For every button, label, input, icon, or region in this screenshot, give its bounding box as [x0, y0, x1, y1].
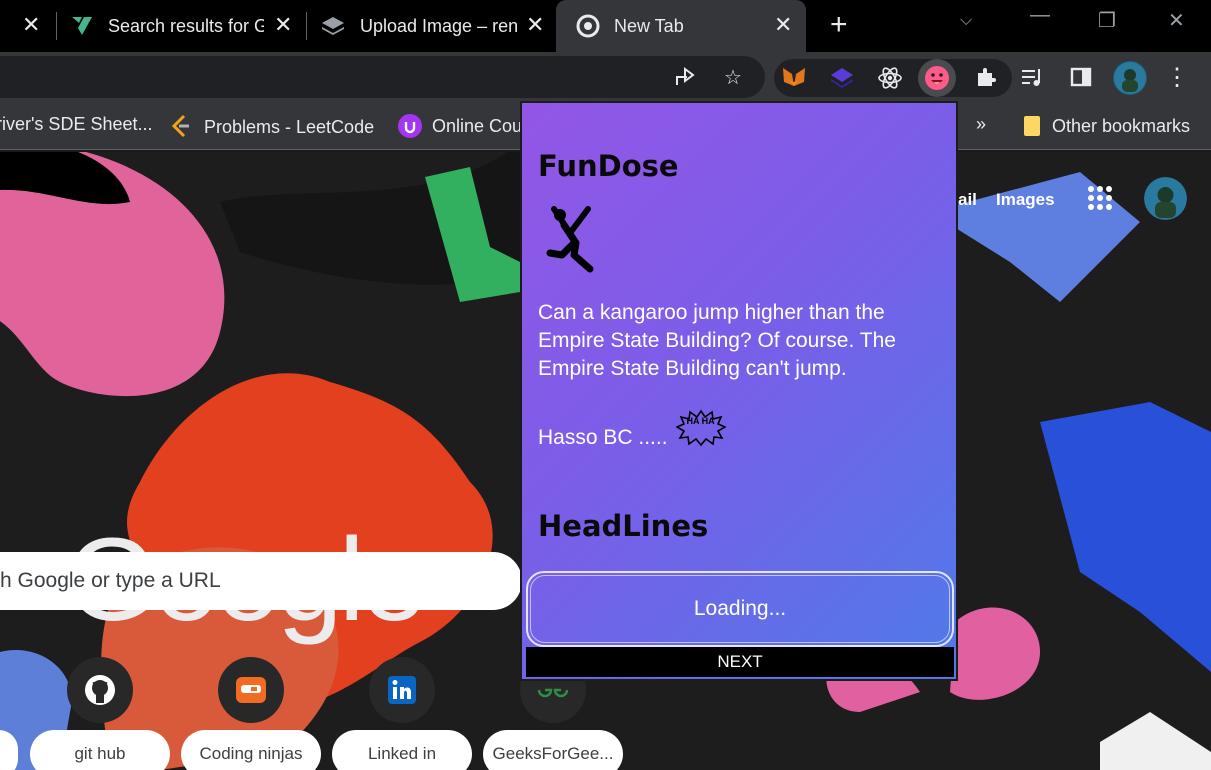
- joke-text: Can a kangaroo jump higher than the Empi…: [538, 301, 896, 380]
- minimize-button[interactable]: —: [1030, 4, 1050, 27]
- fundose-popup: FunDose Can a kangaroo jump higher than …: [520, 101, 958, 681]
- shortcut-label[interactable]: Coding ninjas: [181, 730, 321, 770]
- udemy-icon: [398, 114, 422, 138]
- bookmarks-overflow-button[interactable]: »: [976, 114, 986, 135]
- chrome-icon: [576, 14, 600, 38]
- share-icon[interactable]: [672, 64, 698, 90]
- tab-2[interactable]: Upload Image – ren ✕: [320, 0, 552, 52]
- shortcut-label[interactable]: Linked in: [332, 730, 472, 770]
- tab-divider: [56, 12, 57, 40]
- bookmark-leetcode[interactable]: Problems - LeetCode: [170, 114, 374, 140]
- sign-off: Hasso BC ..... HA HA: [538, 409, 726, 457]
- layers-favicon-icon: [322, 17, 344, 35]
- headlines-title: HeadLines: [538, 509, 709, 543]
- close-icon[interactable]: ✕: [526, 12, 544, 38]
- media-controls-icon[interactable]: [1020, 64, 1046, 90]
- leetcode-icon: [171, 114, 189, 138]
- profile-avatar[interactable]: [1113, 61, 1147, 95]
- account-avatar[interactable]: [1144, 177, 1187, 220]
- shortcut-label[interactable]: GeeksForGee...: [483, 730, 623, 770]
- coding-ninjas-icon[interactable]: [218, 657, 284, 723]
- tab-2-title: Upload Image – ren: [360, 15, 518, 36]
- apps-grid-icon[interactable]: [1088, 186, 1112, 210]
- toolbar: ☆ ⋮: [0, 52, 1211, 102]
- chevron-down-icon[interactable]: ⌵: [960, 12, 972, 30]
- address-bar[interactable]: ☆: [0, 56, 765, 98]
- bookmark-label: Other bookmarks: [1052, 115, 1191, 136]
- close-window-button[interactable]: ✕: [1168, 8, 1185, 33]
- haha-burst-icon: HA HA: [675, 409, 726, 457]
- star-icon[interactable]: ☆: [720, 64, 746, 90]
- images-link[interactable]: Images: [996, 190, 1055, 210]
- tab-1[interactable]: Search results for G ✕: [70, 0, 300, 52]
- bookmark-label: »: [976, 114, 987, 134]
- headline-loading-card[interactable]: Loading...: [526, 571, 954, 647]
- shortcut-label[interactable]: git hub: [30, 730, 170, 770]
- tab-strip: ✕ Search results for G ✕ Upload Image – …: [0, 0, 1211, 52]
- haha-text: HA HA: [686, 416, 715, 426]
- kebab-menu-icon[interactable]: ⋮: [1164, 64, 1190, 91]
- restore-button[interactable]: ❐: [1098, 8, 1116, 33]
- metamask-icon[interactable]: [781, 65, 807, 91]
- close-icon[interactable]: ✕: [774, 12, 792, 38]
- close-icon[interactable]: ✕: [22, 12, 40, 38]
- fundose-emoji-icon[interactable]: [918, 59, 956, 97]
- puzzle-icon[interactable]: [973, 64, 999, 90]
- tab-new-tab[interactable]: New Tab ✕: [556, 0, 806, 52]
- tab-divider: [306, 12, 307, 40]
- bookmark-label: Problems - LeetCode: [204, 116, 375, 137]
- close-icon[interactable]: ✕: [274, 12, 292, 38]
- vuetify-favicon-icon: [72, 17, 92, 35]
- tab-1-title: Search results for G: [108, 15, 264, 36]
- folder-icon: [1024, 116, 1040, 136]
- linkedin-icon[interactable]: [369, 657, 435, 723]
- bookmark-other-bookmarks[interactable]: Other bookmarks: [1022, 114, 1190, 138]
- react-devtools-icon[interactable]: [877, 65, 903, 91]
- tab-0[interactable]: ✕: [0, 0, 50, 52]
- tab-3-title: New Tab: [614, 15, 684, 36]
- github-icon[interactable]: [67, 657, 133, 723]
- bookmark-sde-sheet[interactable]: river's SDE Sheet...: [0, 114, 153, 135]
- bookmark-online-courses[interactable]: Online Cou: [398, 114, 522, 138]
- layers-extension-icon[interactable]: [829, 65, 855, 91]
- popup-title: FunDose: [538, 149, 679, 183]
- new-tab-button[interactable]: +: [830, 8, 848, 42]
- bookmark-label: Online Cou: [432, 115, 523, 136]
- side-panel-icon[interactable]: [1068, 64, 1094, 90]
- bookmark-label: river's SDE Sheet...: [0, 114, 153, 134]
- search-input[interactable]: h Google or type a URL: [0, 552, 522, 610]
- gmail-link[interactable]: ail: [958, 190, 977, 210]
- jumping-person-icon: [546, 206, 594, 273]
- sign-off-text: Hasso BC .....: [538, 426, 668, 449]
- next-button[interactable]: NEXT: [526, 647, 954, 677]
- loading-label: Loading...: [693, 597, 787, 620]
